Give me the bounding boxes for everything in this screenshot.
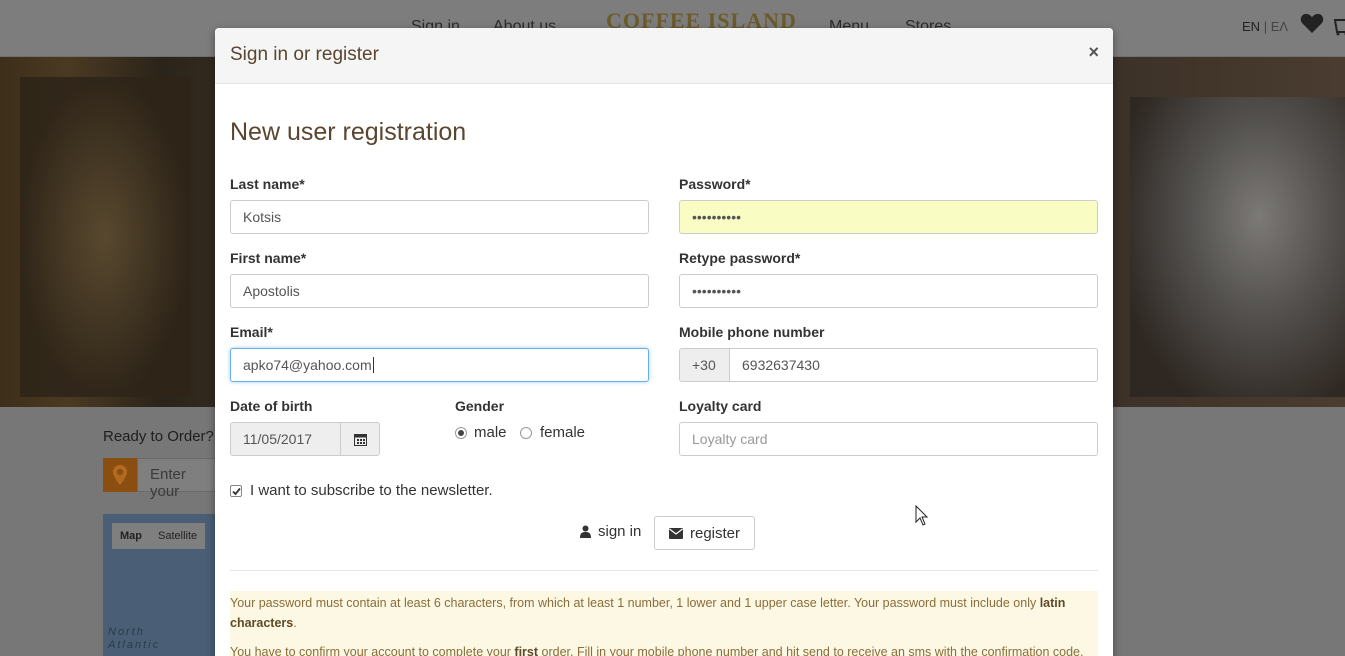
first-name-field[interactable]: Apostolis bbox=[230, 274, 649, 308]
loyalty-card-label: Loyalty card bbox=[679, 398, 762, 414]
close-icon[interactable]: × bbox=[1088, 42, 1099, 63]
lang-separator: | bbox=[1263, 19, 1268, 34]
retype-password-field[interactable]: •••••••••• bbox=[679, 274, 1098, 308]
last-name-field[interactable]: Kotsis bbox=[230, 200, 649, 234]
map-view-button[interactable]: Map bbox=[112, 523, 150, 549]
signin-link[interactable]: sign in bbox=[580, 523, 641, 540]
modal-divider bbox=[230, 570, 1098, 571]
mobile-phone-field[interactable]: 6932637430 bbox=[729, 348, 1098, 382]
country-code-prefix: +30 bbox=[679, 348, 730, 382]
register-button[interactable]: register bbox=[654, 516, 756, 550]
text-caret bbox=[372, 357, 374, 373]
map-ocean-label-line2: Atlantic bbox=[108, 639, 161, 651]
password-label: Password* bbox=[679, 176, 751, 192]
gender-label: Gender bbox=[455, 398, 505, 414]
notice-bold: first bbox=[514, 645, 539, 656]
envelope-icon bbox=[669, 527, 683, 539]
modal-header: Sign in or register × bbox=[215, 28, 1113, 84]
map-ocean-label: North Atlantic bbox=[108, 626, 160, 652]
gender-male-label[interactable]: male bbox=[474, 424, 507, 441]
newsletter-label[interactable]: I want to subscribe to the newsletter. bbox=[250, 482, 493, 499]
notice-text: . bbox=[293, 616, 297, 630]
email-field[interactable]: apko74@yahoo.com bbox=[230, 348, 649, 382]
signin-label: sign in bbox=[598, 523, 642, 540]
satellite-view-button[interactable]: Satellite bbox=[150, 523, 205, 549]
mobile-label: Mobile phone number bbox=[679, 324, 825, 340]
notice-text: order. Fill in your mobile phone number … bbox=[538, 645, 1084, 656]
loyalty-card-field[interactable]: Loyalty card bbox=[679, 422, 1098, 456]
registration-title: New user registration bbox=[230, 118, 467, 146]
password-notice: Your password must contain at least 6 ch… bbox=[230, 591, 1098, 656]
email-value: apko74@yahoo.com bbox=[243, 357, 372, 373]
last-name-label: Last name* bbox=[230, 176, 305, 192]
lang-el[interactable]: ΕΛ bbox=[1271, 19, 1288, 34]
map-ocean-label-line1: North bbox=[108, 626, 145, 638]
notice-text: Your password must contain at least 6 ch… bbox=[230, 596, 1040, 610]
address-input[interactable]: Enter your bbox=[137, 458, 227, 500]
notice-text: You have to confirm your account to comp… bbox=[230, 645, 515, 656]
calendar-icon[interactable] bbox=[340, 422, 380, 456]
modal-title: Sign in or register bbox=[230, 44, 379, 65]
dob-label: Date of birth bbox=[230, 398, 313, 414]
first-name-label: First name* bbox=[230, 250, 307, 266]
gender-male-radio[interactable] bbox=[455, 427, 467, 439]
map-type-toggle: Map Satellite bbox=[112, 523, 206, 549]
heart-icon[interactable] bbox=[1300, 12, 1324, 34]
user-icon bbox=[580, 525, 591, 538]
retype-password-label: Retype password* bbox=[679, 250, 801, 266]
gender-female-label[interactable]: female bbox=[540, 424, 585, 441]
email-label: Email* bbox=[230, 324, 273, 340]
signin-register-modal: Sign in or register × New user registrat… bbox=[215, 28, 1113, 656]
register-label: register bbox=[690, 524, 741, 542]
language-switcher: EN | ΕΛ bbox=[1242, 19, 1288, 34]
gender-female-radio[interactable] bbox=[520, 427, 532, 439]
mouse-cursor-icon bbox=[915, 505, 929, 526]
password-field[interactable]: •••••••••• bbox=[679, 200, 1098, 234]
cart-icon[interactable] bbox=[1334, 14, 1345, 36]
lang-en[interactable]: EN bbox=[1242, 19, 1260, 34]
newsletter-checkbox[interactable] bbox=[230, 485, 242, 497]
location-pin-icon[interactable] bbox=[103, 458, 137, 492]
dob-field[interactable]: 11/05/2017 bbox=[230, 422, 341, 456]
ready-to-order-text: Ready to Order? L bbox=[103, 428, 227, 445]
notice-paragraph-confirm: You have to confirm your account to comp… bbox=[230, 642, 1098, 656]
notice-paragraph-password: Your password must contain at least 6 ch… bbox=[230, 593, 1098, 633]
